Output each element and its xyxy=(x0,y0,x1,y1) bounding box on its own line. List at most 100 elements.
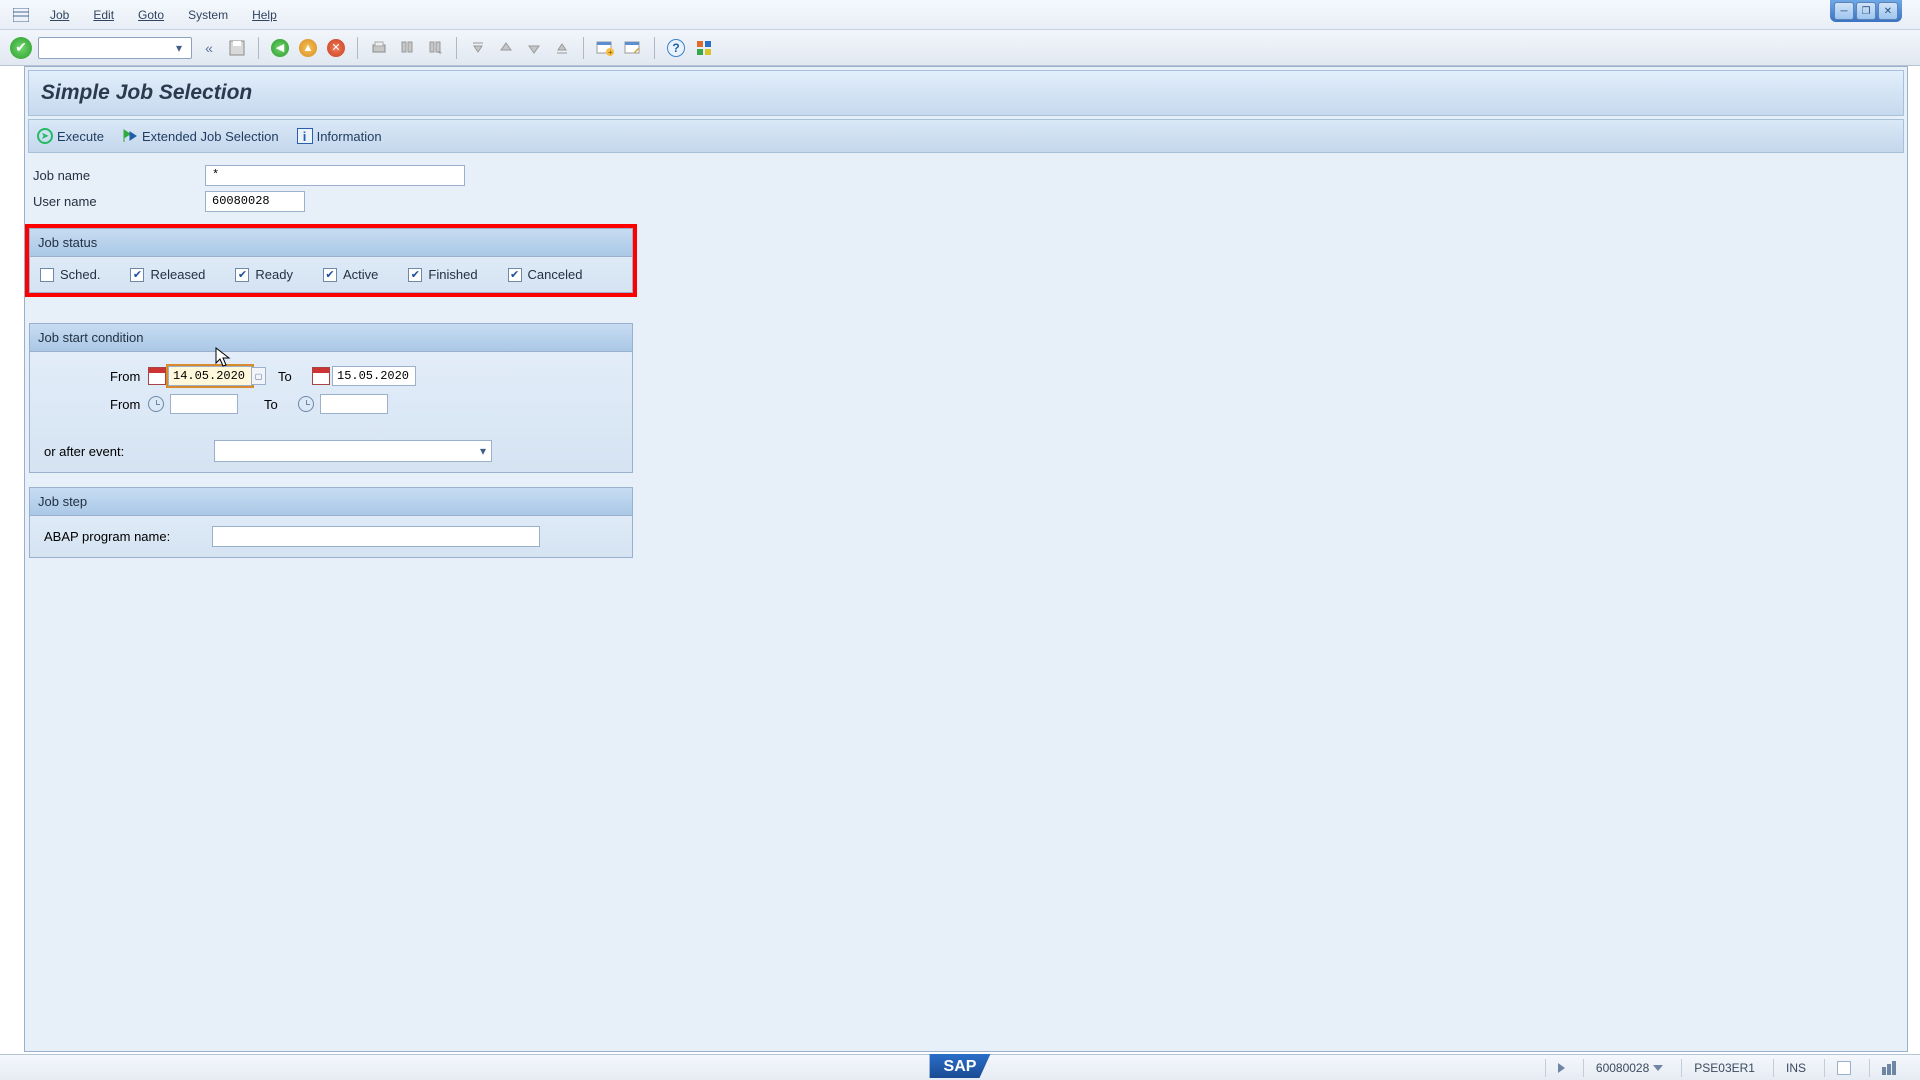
svg-text:+: + xyxy=(438,50,442,56)
job-status-group: Job status Sched. ✔Released ✔Ready ✔Acti… xyxy=(29,228,633,293)
released-checkbox[interactable]: ✔Released xyxy=(130,267,205,282)
minimize-button[interactable]: ─ xyxy=(1834,2,1854,20)
page-icon xyxy=(1837,1061,1851,1075)
new-session-button[interactable]: + xyxy=(594,37,616,59)
to-time-input[interactable] xyxy=(320,394,388,414)
time-row: From To xyxy=(40,390,622,418)
execute-button[interactable]: ➤ Execute xyxy=(37,128,104,144)
execute-label: Execute xyxy=(57,129,104,144)
app-menu-icon[interactable] xyxy=(12,6,30,24)
extended-selection-button[interactable]: Extended Job Selection xyxy=(122,128,279,144)
job-name-input[interactable] xyxy=(205,165,465,186)
next-page-button[interactable] xyxy=(523,37,545,59)
status-script[interactable] xyxy=(1824,1059,1863,1077)
menu-system[interactable]: System xyxy=(178,4,238,26)
menu-edit[interactable]: Edit xyxy=(83,4,124,26)
chevron-down-icon: ▾ xyxy=(171,40,187,56)
separator xyxy=(654,37,655,59)
back-collapse-button[interactable]: « xyxy=(198,37,220,59)
from-date-f4-button[interactable]: ▢ xyxy=(252,367,266,385)
maximize-button[interactable]: ❐ xyxy=(1856,2,1876,20)
menu-goto[interactable]: Goto xyxy=(128,4,174,26)
form-body: Job name User name Job status Sched. ✔Re… xyxy=(25,156,1907,578)
status-row: Sched. ✔Released ✔Ready ✔Active ✔Finishe… xyxy=(40,267,622,282)
chevron-down-icon xyxy=(1653,1065,1663,1071)
first-page-button[interactable] xyxy=(467,37,489,59)
svg-text:+: + xyxy=(608,48,613,56)
content-frame: Simple Job Selection ➤ Execute Extended … xyxy=(24,66,1908,1052)
window-controls: ─ ❐ ✕ xyxy=(1830,0,1902,22)
canceled-checkbox[interactable]: ✔Canceled xyxy=(508,267,583,282)
to-date-label: To xyxy=(266,369,312,384)
find-next-button[interactable]: + xyxy=(424,37,446,59)
status-conn[interactable] xyxy=(1869,1059,1908,1077)
print-button[interactable] xyxy=(368,37,390,59)
start-condition-group: Job start condition From ▢ To From xyxy=(29,323,633,473)
extended-label: Extended Job Selection xyxy=(142,129,279,144)
to-time-label: To xyxy=(252,397,298,412)
back-button[interactable]: ◀ xyxy=(269,37,291,59)
menu-job[interactable]: Job xyxy=(40,4,79,26)
finished-checkbox[interactable]: ✔Finished xyxy=(408,267,477,282)
status-play[interactable] xyxy=(1545,1059,1577,1077)
info-label: Information xyxy=(317,129,382,144)
user-name-row: User name xyxy=(29,188,1903,214)
status-system: PSE03ER1 xyxy=(1681,1059,1767,1077)
sched-checkbox[interactable]: Sched. xyxy=(40,267,100,282)
job-step-title: Job step xyxy=(30,488,632,516)
information-button[interactable]: i Information xyxy=(297,128,382,144)
flag-icon xyxy=(122,128,138,144)
calendar-icon xyxy=(148,367,166,385)
user-name-input[interactable] xyxy=(205,191,305,212)
program-row: ABAP program name: xyxy=(40,526,622,547)
enter-button[interactable]: ✔ xyxy=(10,37,32,59)
statusbar: SAP 60080028 PSE03ER1 INS xyxy=(0,1054,1920,1080)
calendar-icon xyxy=(312,367,330,385)
user-name-label: User name xyxy=(29,194,205,209)
menubar: Job Edit Goto System Help xyxy=(0,0,1920,30)
command-field[interactable]: ▾ xyxy=(38,37,192,59)
job-name-label: Job name xyxy=(29,168,205,183)
from-date-input[interactable] xyxy=(168,366,252,386)
job-step-group: Job step ABAP program name: xyxy=(29,487,633,558)
from-time-input[interactable] xyxy=(170,394,238,414)
find-button[interactable] xyxy=(396,37,418,59)
action-bar: ➤ Execute Extended Job Selection i Infor… xyxy=(28,119,1904,153)
separator xyxy=(258,37,259,59)
ready-checkbox[interactable]: ✔Ready xyxy=(235,267,293,282)
close-button[interactable]: ✕ xyxy=(1878,2,1898,20)
exit-button[interactable]: ▲ xyxy=(297,37,319,59)
from-date-label: From xyxy=(40,369,136,384)
job-name-row: Job name xyxy=(29,162,1903,188)
save-button[interactable] xyxy=(226,37,248,59)
info-icon: i xyxy=(297,128,313,144)
toolbar: ✔ ▾ « ◀ ▲ ✕ + + ? xyxy=(0,30,1920,66)
help-button[interactable]: ? xyxy=(665,37,687,59)
layout-button[interactable] xyxy=(693,37,715,59)
date-row: From ▢ To xyxy=(40,362,622,390)
checkbox-icon: ✔ xyxy=(508,268,522,282)
job-status-title: Job status xyxy=(30,229,632,257)
active-checkbox[interactable]: ✔Active xyxy=(323,267,378,282)
play-icon xyxy=(1558,1063,1565,1073)
separator xyxy=(456,37,457,59)
event-combo[interactable]: ▾ xyxy=(214,440,492,462)
start-condition-title: Job start condition xyxy=(30,324,632,352)
prev-page-button[interactable] xyxy=(495,37,517,59)
cancel-button[interactable]: ✕ xyxy=(325,37,347,59)
execute-icon: ➤ xyxy=(37,128,53,144)
create-shortcut-button[interactable] xyxy=(622,37,644,59)
program-label: ABAP program name: xyxy=(40,529,212,544)
status-mode: INS xyxy=(1773,1059,1818,1077)
checkbox-icon xyxy=(40,268,54,282)
menu-help[interactable]: Help xyxy=(242,4,287,26)
checkbox-icon: ✔ xyxy=(323,268,337,282)
status-user[interactable]: 60080028 xyxy=(1583,1059,1675,1077)
program-input[interactable] xyxy=(212,526,540,547)
from-time-label: From xyxy=(40,397,136,412)
separator xyxy=(583,37,584,59)
last-page-button[interactable] xyxy=(551,37,573,59)
clock-icon xyxy=(298,396,314,412)
sap-logo: SAP xyxy=(930,1054,991,1078)
to-date-input[interactable] xyxy=(332,366,416,386)
